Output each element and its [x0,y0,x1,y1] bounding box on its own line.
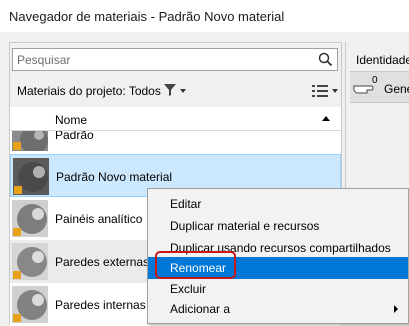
menu-item-edit[interactable]: Editar [148,193,408,215]
menu-item-label: Adicionar a [170,302,231,316]
tab-identity[interactable]: Identidade [350,48,409,70]
material-thumbnail-icon [12,200,48,237]
window-title: Navegador de materiais - Padrão Novo mat… [9,9,285,24]
column-header-name[interactable]: Nome [10,107,341,131]
column-header-label: Nome [55,113,88,127]
rename-callout-highlight [155,251,236,279]
project-materials-label: Materiais do projeto: Todos [17,84,161,98]
menu-item-delete[interactable]: Excluir [148,278,408,300]
material-thumbnail-icon [12,286,48,323]
submenu-arrow-icon [394,305,398,313]
menu-item-label: Editar [170,197,202,211]
material-name: Painéis analítico [55,212,143,226]
list-view-icon[interactable] [312,84,328,98]
material-name: Padrão Novo material [56,170,173,184]
tab-identity-label: Identidade [356,53,409,67]
title-bar: Navegador de materiais - Padrão Novo mat… [0,0,409,32]
menu-item-add-to[interactable]: Adicionar a [148,298,408,320]
menu-item-label: Excluir [170,282,207,296]
search-icon[interactable] [318,52,333,67]
filter-icon[interactable] [164,84,176,96]
search-placeholder: Pesquisar [17,53,71,67]
material-thumbnail-icon [13,158,49,195]
search-input[interactable]: Pesquisar [12,48,338,71]
menu-item-duplicate-material[interactable]: Duplicar material e recursos [148,215,408,237]
chevron-down-icon[interactable] [180,89,186,93]
sort-ascending-icon [322,116,330,121]
material-thumbnail-icon [12,243,48,280]
material-class-label: Gene [384,82,409,96]
materials-toolbar: Materiais do projeto: Todos [10,79,341,103]
material-name: Paredes internas [55,298,146,312]
menu-item-label: Duplicar material e recursos [170,219,320,233]
view-options-chevron-icon[interactable] [332,89,338,93]
material-info-bar: 0 Gene [350,71,409,103]
material-name: Paredes externas [55,255,150,269]
usage-count: 0 [372,75,378,86]
